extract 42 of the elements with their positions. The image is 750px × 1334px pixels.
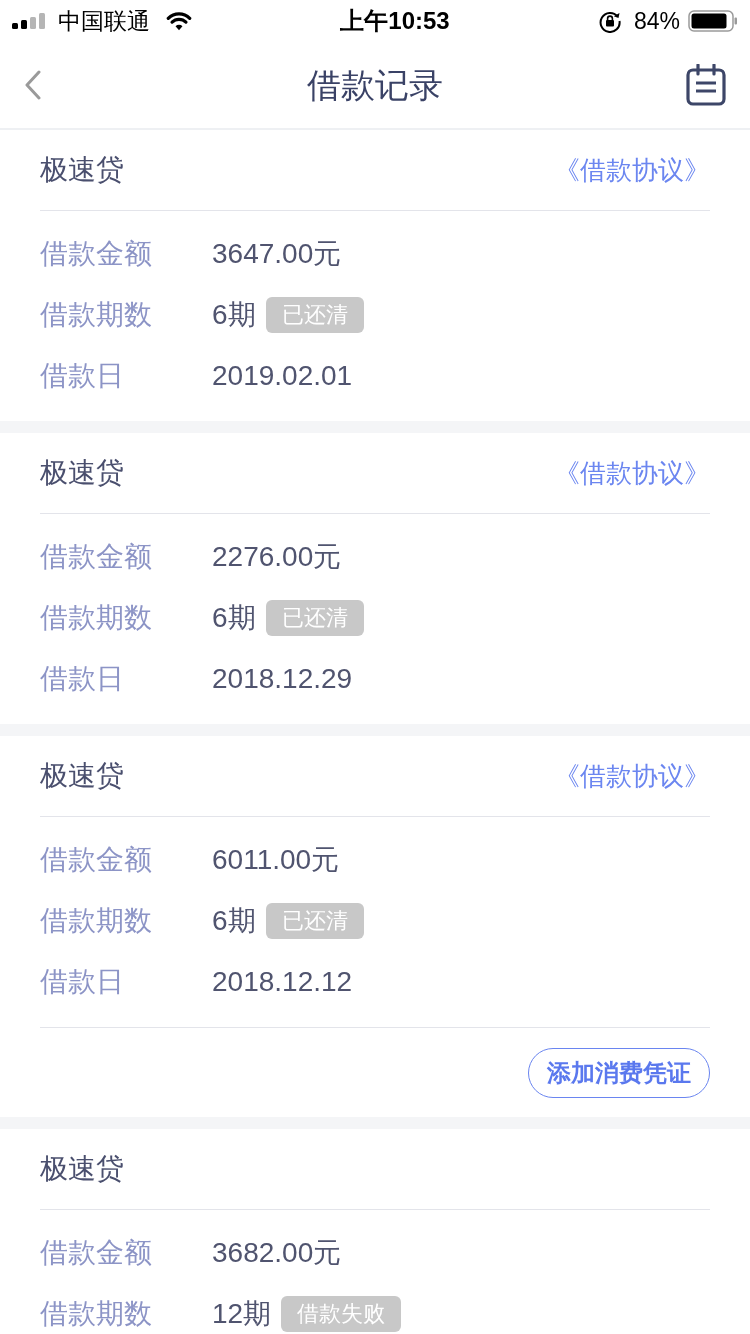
field-value: 3682.00元: [212, 1236, 342, 1270]
field-label: 借款期数: [40, 601, 153, 635]
back-chevron-icon: [24, 70, 42, 100]
signal-icon: [12, 13, 46, 29]
product-name: 极速贷: [40, 456, 124, 490]
product-name: 极速贷: [40, 153, 124, 187]
back-button[interactable]: [24, 70, 42, 100]
clock-time: 上午10:53: [340, 6, 450, 36]
wifi-icon: [166, 11, 192, 31]
carrier-name: 中国联通: [58, 6, 150, 36]
calendar-button[interactable]: [686, 64, 726, 106]
field-label: 借款金额: [40, 540, 153, 574]
field-value: 12期: [212, 1297, 272, 1331]
field-value: 6期: [212, 601, 256, 635]
field-label: 借款金额: [40, 237, 153, 271]
battery-icon: [688, 10, 738, 32]
field-value: 6期: [212, 298, 256, 332]
battery-percent: 84%: [633, 6, 680, 36]
field-value: 3647.00元: [212, 237, 342, 271]
add-voucher-button[interactable]: 添加消费凭证: [528, 1047, 710, 1098]
orientation-lock-icon: [597, 9, 622, 33]
agreement-link[interactable]: 《借款协议》: [554, 756, 710, 796]
field-label: 借款金额: [40, 1236, 153, 1270]
product-name: 极速贷: [40, 759, 124, 793]
field-value: 6期: [212, 904, 256, 938]
field-label: 借款期数: [40, 1297, 153, 1331]
field-label: 借款日: [40, 359, 125, 393]
field-value: 2018.12.12: [212, 965, 353, 999]
field-label: 借款日: [40, 965, 125, 999]
field-value: 2276.00元: [212, 540, 342, 574]
agreement-link[interactable]: 《借款协议》: [554, 150, 710, 190]
field-value: 6011.00元: [212, 843, 340, 877]
page-title: 借款记录: [307, 65, 443, 104]
field-label: 借款期数: [40, 298, 153, 332]
field-label: 借款金额: [40, 843, 153, 877]
field-label: 借款期数: [40, 904, 153, 938]
product-name: 极速贷: [40, 1152, 124, 1186]
field-value: 2019.02.01: [212, 359, 353, 393]
field-value: 2018.12.29: [212, 662, 353, 696]
agreement-link[interactable]: 《借款协议》: [554, 453, 710, 493]
field-label: 借款日: [40, 662, 125, 696]
calendar-icon: [686, 64, 726, 106]
